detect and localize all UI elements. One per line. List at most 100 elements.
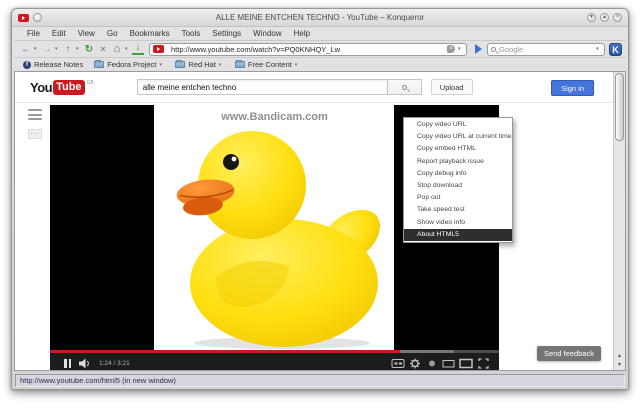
rubber-duck-video-still	[176, 131, 381, 349]
search-placeholder[interactable]: Google	[499, 45, 593, 54]
status-bar: http://www.youtube.com/html5 (in new win…	[12, 371, 628, 389]
logo-you: You	[30, 79, 53, 95]
reload-icon[interactable]: ↻	[83, 43, 95, 56]
magnifier-icon	[401, 84, 407, 90]
forward-icon[interactable]: →	[41, 43, 53, 56]
menubar-item[interactable]: Go	[102, 28, 123, 39]
back-dropdown-icon[interactable]: ▾	[34, 46, 39, 52]
url-favicon-icon	[153, 45, 164, 53]
youtube-favicon-icon	[18, 13, 29, 22]
window-title: ALLE MEINE ENTCHEN TECHNO - YouTube – Ko…	[215, 13, 425, 22]
guide-menu-icon[interactable]	[28, 109, 42, 120]
logo-tube: Tube	[53, 79, 85, 95]
youtube-logo[interactable]: You Tube GB	[30, 79, 94, 95]
played-bar	[50, 350, 401, 353]
volume-icon[interactable]	[79, 358, 91, 369]
logo-region: GB	[86, 79, 94, 86]
context-menu-item[interactable]: Copy debug info	[404, 168, 512, 180]
menubar-item[interactable]: View	[73, 28, 100, 39]
bookmark-fedora-project[interactable]: Fedora Project ▾	[94, 60, 164, 69]
youtube-search-button[interactable]	[386, 79, 422, 95]
context-menu-item[interactable]: Copy video URL at current time	[404, 131, 512, 143]
pause-icon[interactable]	[64, 358, 71, 368]
context-menu-item[interactable]: Pop out	[404, 192, 512, 204]
video-frame[interactable]	[154, 105, 394, 353]
back-icon[interactable]: ←	[20, 43, 32, 56]
folder-icon	[234, 60, 245, 68]
quality-icon	[429, 360, 435, 367]
upload-button[interactable]: Upload	[430, 79, 473, 95]
context-menu-item[interactable]: Take speed test	[404, 204, 512, 216]
go-button[interactable]	[475, 44, 482, 54]
close-button[interactable]: ×	[613, 13, 622, 22]
bookmark-dropdown-icon: ▾	[218, 61, 222, 68]
theater-mode-icon	[442, 360, 455, 368]
menubar-item[interactable]: Tools	[177, 28, 206, 39]
menubar-item[interactable]: Bookmarks	[125, 28, 175, 39]
context-menu-item[interactable]: Show video info	[404, 217, 512, 229]
stop-icon[interactable]: ×	[97, 43, 109, 56]
menubar-item[interactable]: Settings	[207, 28, 246, 39]
bookmark-label: Red Hat	[188, 60, 216, 69]
player-controls: 1:24 / 3:21	[50, 353, 499, 370]
window-controls: ▾ ▴ ×	[587, 13, 622, 22]
url-bar[interactable]: http://www.youtube.com/watch?v=PQ0KNHQY_…	[149, 42, 467, 56]
fedora-icon: f	[23, 60, 31, 69]
signin-button[interactable]: Sign in	[551, 80, 594, 96]
minimize-button[interactable]: ▾	[587, 13, 596, 22]
time-display: 1:24 / 3:21	[99, 359, 130, 367]
youtube-search-input[interactable]	[136, 79, 387, 95]
url-dropdown-icon[interactable]: ▾	[458, 46, 463, 52]
youtube-header: You Tube GB Upload Sign in	[15, 72, 613, 103]
up-dropdown-icon[interactable]: ▾	[76, 46, 81, 52]
scroll-down-icon[interactable]: ▾	[618, 361, 621, 370]
bookmark-release-notes[interactable]: f Release Notes	[23, 60, 83, 69]
home-icon[interactable]: ⌂	[111, 43, 123, 56]
send-feedback-button[interactable]: Send feedback	[536, 346, 601, 361]
kde-logo-icon: K	[609, 42, 622, 56]
youtube-page: You Tube GB Upload Sign in ···	[15, 72, 613, 370]
player-right-controls	[391, 357, 491, 369]
menubar-item[interactable]: Help	[289, 28, 315, 39]
search-dropdown-icon[interactable]: ▾	[596, 46, 601, 52]
maximize-button[interactable]: ▴	[600, 13, 609, 22]
home-dropdown-icon[interactable]: ▾	[125, 46, 130, 52]
context-menu-item[interactable]: Stop download	[404, 180, 512, 192]
menubar-item[interactable]: File	[22, 28, 45, 39]
menubar-item[interactable]: Window	[248, 28, 286, 39]
forward-dropdown-icon[interactable]: ▾	[55, 46, 60, 52]
context-menu-item[interactable]: Copy video URL	[404, 119, 512, 131]
scrollbar-thumb[interactable]	[615, 73, 624, 141]
context-menu-item[interactable]: Copy embed HTML	[404, 143, 512, 155]
main-toolbar: ← ▾ → ▾ ↑ ▾ ↻ × ⌂ ▾ ↓ http://www.youtube…	[14, 40, 626, 57]
vertical-scrollbar[interactable]: ▴ ▾	[613, 72, 625, 370]
browser-viewport: You Tube GB Upload Sign in ···	[14, 71, 626, 371]
settings-gear-icon	[410, 358, 420, 369]
context-menu-item[interactable]: Report playback issue	[404, 156, 512, 168]
bookmark-label: Release Notes	[34, 60, 84, 69]
url-text[interactable]: http://www.youtube.com/watch?v=PQ0KNHQY_…	[171, 45, 444, 54]
youtube-search	[136, 79, 422, 95]
scroll-up-icon[interactable]: ▴	[618, 352, 621, 361]
large-player-icon	[459, 358, 473, 369]
bookmarks-bar: f Release Notes Fedora Project ▾ Red Hat…	[14, 57, 626, 71]
titlebar[interactable]: ALLE MEINE ENTCHEN TECHNO - YouTube – Ko…	[12, 9, 628, 27]
bookmark-dropdown-icon: ▾	[294, 61, 298, 68]
search-engine-icon[interactable]	[491, 46, 496, 52]
konqueror-window: ALLE MEINE ENTCHEN TECHNO - YouTube – Ko…	[11, 8, 629, 390]
clear-url-icon[interactable]: ×	[447, 45, 455, 53]
bookmark-label: Free Content	[247, 60, 292, 69]
more-options-icon[interactable]: ···	[28, 129, 42, 139]
menubar-item[interactable]: Edit	[47, 28, 71, 39]
context-menu-item[interactable]: About HTML5	[404, 228, 512, 241]
download-icon[interactable]: ↓	[132, 43, 144, 55]
web-search-box[interactable]: Google ▾	[487, 42, 605, 56]
desktop: ALLE MEINE ENTCHEN TECHNO - YouTube – Ko…	[0, 0, 640, 409]
player-context-menu: Copy video URL Copy video URL at current …	[403, 117, 513, 243]
up-icon[interactable]: ↑	[62, 43, 74, 56]
folder-icon	[94, 60, 105, 68]
bookmark-red-hat[interactable]: Red Hat ▾	[175, 60, 224, 69]
status-text: http://www.youtube.com/html5 (in new win…	[15, 373, 625, 387]
bookmark-free-content[interactable]: Free Content ▾	[234, 60, 300, 69]
seek-bar[interactable]	[50, 350, 499, 353]
